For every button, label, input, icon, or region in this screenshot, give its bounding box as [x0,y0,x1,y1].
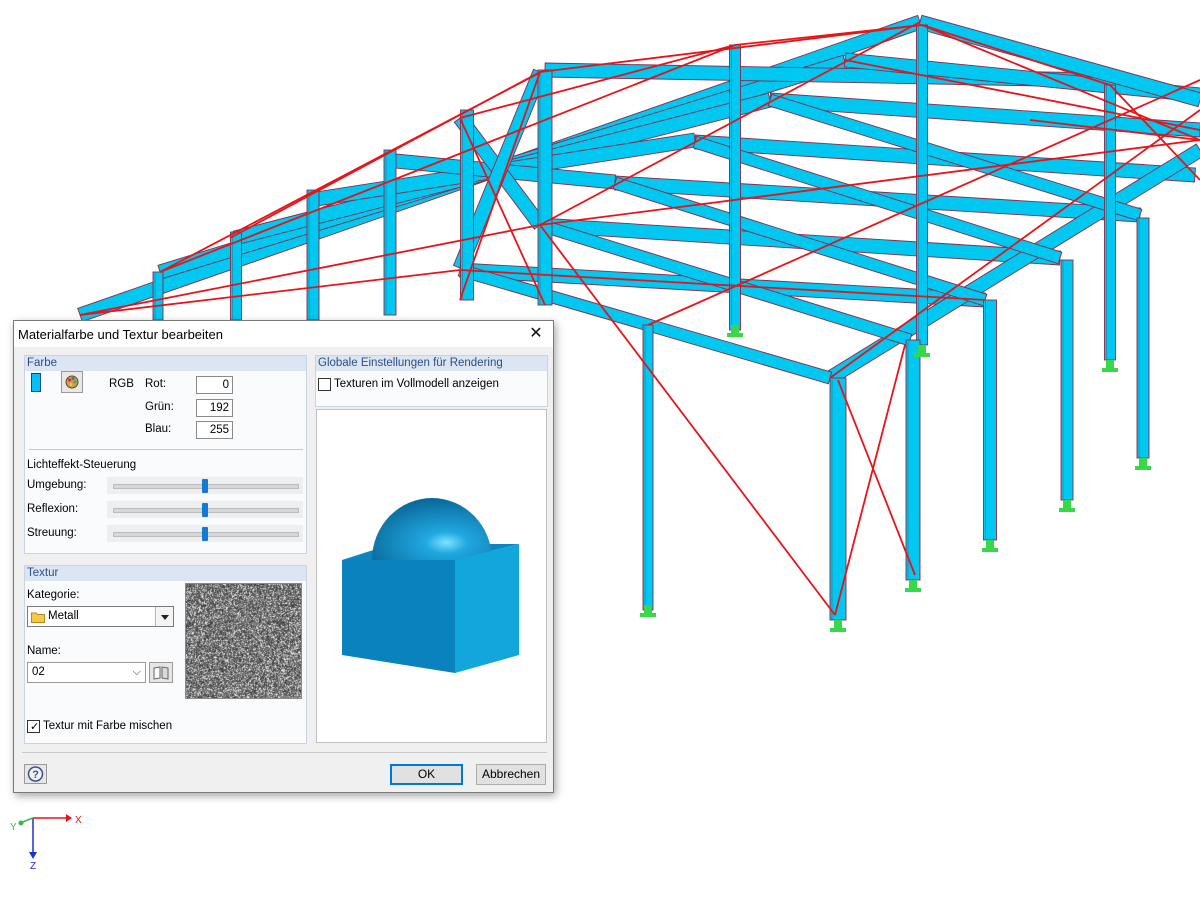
support-base [640,613,656,617]
slider-thumb[interactable] [202,527,208,541]
texture-library-button[interactable] [149,662,173,683]
z-axis-label: Z [30,861,36,872]
category-dropdown-arrow[interactable] [155,607,173,626]
slider-label: Streuung: [27,527,77,539]
color-swatch[interactable] [31,373,41,392]
slider-thumb[interactable] [202,479,208,493]
slider-label: Reflexion: [27,503,79,515]
category-dropdown[interactable]: Metall [27,606,174,627]
help-icon: ? [27,766,44,782]
palette-icon [65,375,79,389]
name-dropdown[interactable]: 02 ⌵ [27,662,146,683]
green-input[interactable]: 192 [196,399,233,417]
support-base [914,353,930,357]
support-base [905,588,921,592]
name-value: 02 [32,666,45,678]
preview-scene [342,498,519,673]
color-group: Farbe RGB Rot: 0 Grün: 192 Blau: 255 Lic… [24,355,307,554]
y-axis-dot [18,820,24,826]
svg-text:?: ? [32,769,39,781]
folder-icon [31,612,45,623]
slider-2[interactable] [107,501,303,518]
mix-texture-label: Textur mit Farbe mischen [43,720,173,732]
lighting-heading: Lichteffekt-Steuerung [27,459,137,471]
chevron-down-icon [161,615,169,620]
red-input[interactable]: 0 [196,376,233,394]
ok-button[interactable]: OK [390,764,463,785]
x-axis-label: X [75,815,82,826]
support-base [727,333,743,337]
x-axis-arrow [66,814,72,822]
separator [29,449,303,450]
cube-front [342,560,455,673]
help-button[interactable]: ? [24,764,47,784]
checkmark-icon: ✓ [30,721,40,733]
book-icon [153,666,169,680]
slider-1[interactable] [107,477,303,494]
chevron-down-icon: ⌵ [132,666,141,678]
support-base [1102,368,1118,372]
show-textures-label: Texturen im Vollmodell anzeigen [334,378,499,390]
dome-shape [372,498,492,560]
slider-3[interactable] [107,525,303,542]
show-textures-checkbox[interactable] [318,378,331,391]
cube-side [455,544,519,673]
support-base [830,628,846,632]
texture-group-header: Textur [25,566,306,581]
texture-preview [185,583,302,699]
footer-separator [22,752,547,753]
rgb-label: RGB [109,378,134,390]
model-supports [640,325,1151,632]
palette-button[interactable] [61,371,83,393]
support-base [1059,508,1075,512]
slider-label: Umgebung: [27,479,87,491]
dialog-title: Materialfarbe und Textur bearbeiten [18,327,223,342]
blue-label: Blau: [145,423,172,435]
y-axis-label: Y [10,822,17,833]
name-label: Name: [27,645,61,657]
support-base [1135,466,1151,470]
category-label: Kategorie: [27,589,80,601]
axes-indicator: X Y Z [10,814,82,872]
red-label: Rot: [145,378,167,390]
render-group-header: Globale Einstellungen für Rendering [316,356,547,371]
render-preview [316,409,547,743]
support-base [982,548,998,552]
z-axis-arrow [29,852,37,859]
bracing [837,379,916,576]
slider-thumb[interactable] [202,503,208,517]
blue-input[interactable]: 255 [196,421,233,439]
mix-texture-checkbox[interactable]: ✓ [27,720,40,733]
dialog-titlebar: Materialfarbe und Textur bearbeiten ✕ [14,321,553,347]
category-value: Metall [48,610,79,622]
close-icon[interactable]: ✕ [525,323,547,345]
color-group-header: Farbe [25,356,306,371]
green-label: Grün: [145,401,174,413]
material-color-texture-dialog: Materialfarbe und Textur bearbeiten ✕ Fa… [13,320,554,793]
beam [917,14,1200,108]
column [152,271,164,321]
render-group: Globale Einstellungen für Rendering Text… [315,355,548,407]
cancel-button[interactable]: Abbrechen [476,764,546,785]
